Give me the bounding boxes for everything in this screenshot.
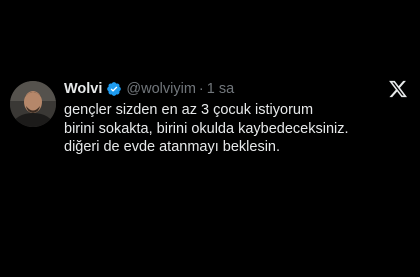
avatar-photo xyxy=(10,81,56,127)
handle[interactable]: @wolviyim xyxy=(126,80,196,98)
tweet-text-line: birini sokakta, birini okulda kaybedecek… xyxy=(64,120,349,137)
x-logo-icon[interactable] xyxy=(388,79,408,99)
tweet-text: gençler sizden en az 3 çocuk istiyorum b… xyxy=(64,101,409,157)
separator-dot: · xyxy=(198,81,204,97)
tweet-text-line: diğeri de evde atanmayı beklesin. xyxy=(64,139,281,155)
timestamp[interactable]: 1 sa xyxy=(207,80,234,98)
avatar[interactable] xyxy=(10,81,56,127)
tweet-card[interactable]: Wolvi @wolviyim · 1 sa gençler sizden en… xyxy=(10,77,414,167)
display-name[interactable]: Wolvi xyxy=(64,80,102,98)
verified-badge-icon xyxy=(106,81,122,97)
tweet-header: Wolvi @wolviyim · 1 sa xyxy=(64,80,234,98)
tweet-text-line: gençler sizden en az 3 çocuk istiyorum xyxy=(64,102,314,118)
